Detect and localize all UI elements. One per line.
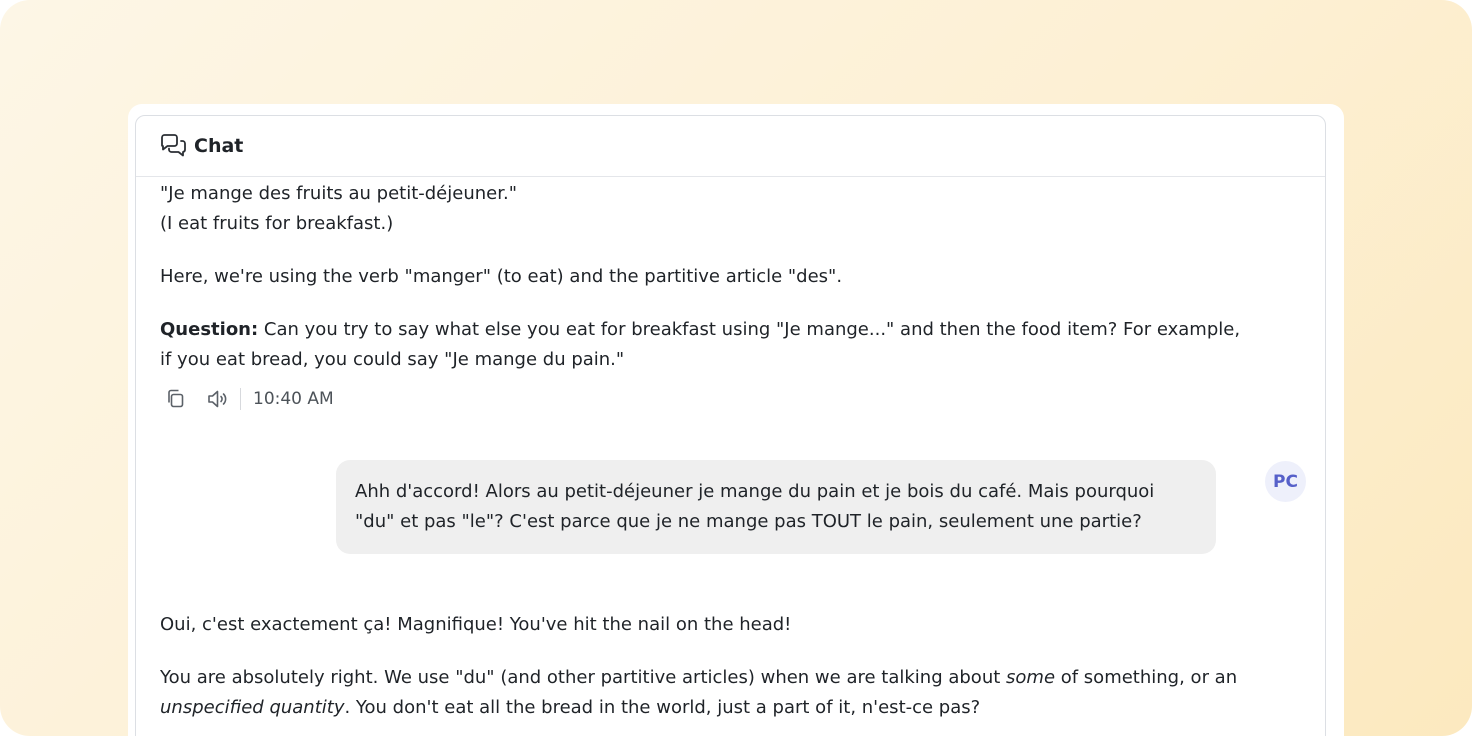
message-actions: 10:40 AM [162, 385, 334, 413]
speaker-icon[interactable] [204, 385, 232, 413]
assistant-message: "Je mange des fruits au petit-déjeuner."… [160, 179, 1250, 375]
message-timestamp: 10:40 AM [253, 389, 334, 409]
app-background: Chat "Je mange des fruits au petit-déjeu… [0, 0, 1472, 736]
chat-bubbles-icon [160, 133, 186, 159]
chat-panel: Chat "Je mange des fruits au petit-déjeu… [135, 115, 1326, 736]
chat-title: Chat [194, 135, 244, 157]
message-line: "Je mange des fruits au petit-déjeuner." [160, 183, 517, 204]
question-label: Question: [160, 319, 259, 340]
question-paragraph: Question: Can you try to say what else y… [160, 315, 1250, 375]
text-run: You are absolutely right. We use "du" (a… [160, 667, 1007, 688]
message-paragraph: Here, we're using the verb "manger" (to … [160, 266, 843, 287]
actions-divider [240, 388, 241, 410]
question-text: Can you try to say what else you eat for… [160, 319, 1241, 370]
text-run: of something, or an [1055, 667, 1238, 688]
assistant-message: Oui, c'est exactement ça! Magnifique! Yo… [160, 610, 1250, 723]
message-line: (I eat fruits for breakfast.) [160, 213, 394, 234]
text-run: . You don't eat all the bread in the wor… [344, 697, 981, 718]
message-paragraph: Oui, c'est exactement ça! Magnifique! Yo… [160, 614, 792, 635]
user-message-bubble: Ahh d'accord! Alors au petit-déjeuner je… [336, 460, 1216, 554]
message-paragraph: You are absolutely right. We use "du" (a… [160, 663, 1250, 723]
chat-header: Chat [136, 116, 1325, 177]
copy-icon[interactable] [162, 385, 190, 413]
emphasis-text: unspecified quantity [160, 697, 345, 718]
avatar[interactable]: PC [1265, 461, 1306, 502]
emphasis-text: some [1006, 667, 1056, 688]
